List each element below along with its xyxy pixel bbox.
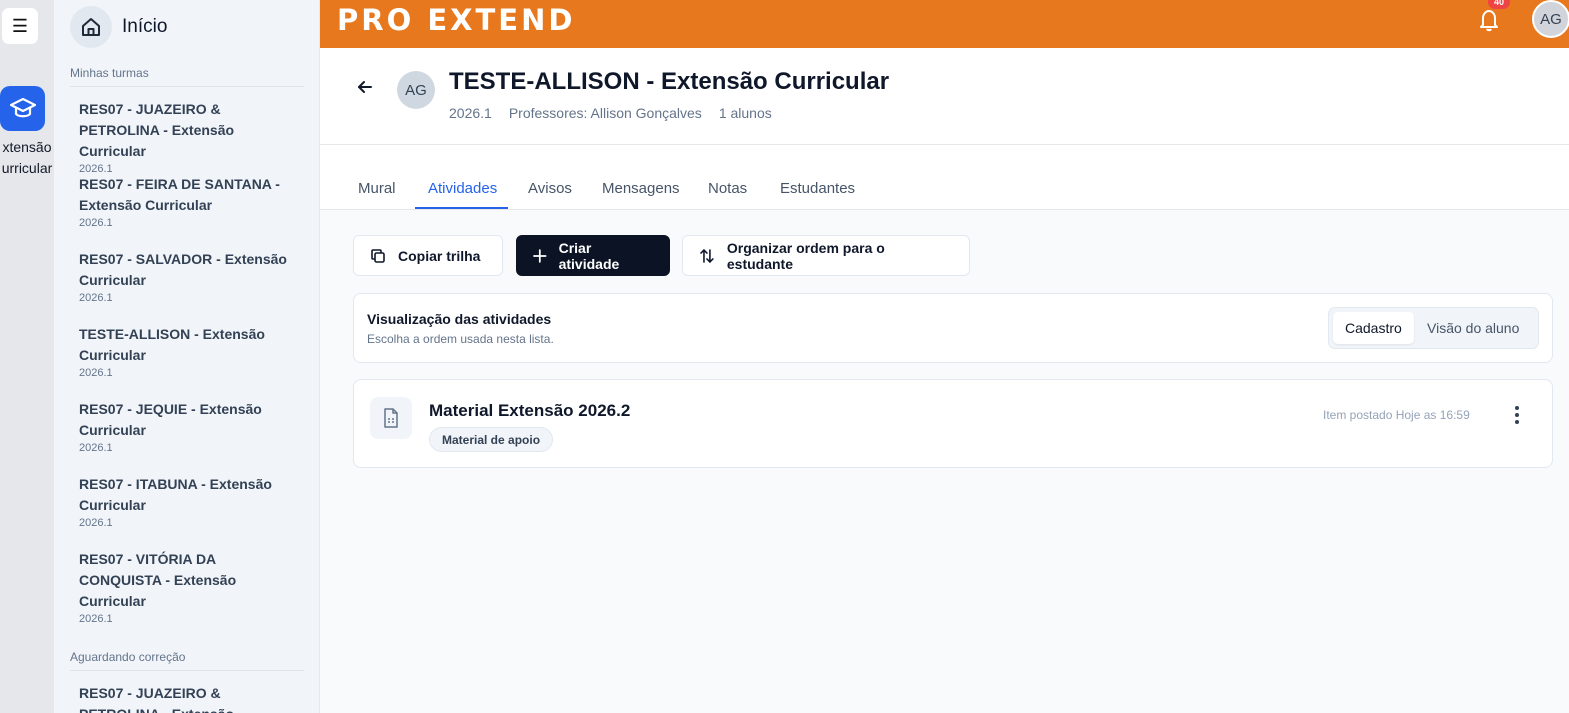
sidebar-awaiting-item[interactable]: RES07 - JUAZEIRO & PETROLINA - Extensão … <box>79 683 304 713</box>
tab-estudantes[interactable]: Estudantes <box>780 180 855 197</box>
activity-card[interactable]: Material Extensão 2026.2 Material de apo… <box>353 379 1553 468</box>
active-tab-indicator <box>415 207 508 209</box>
create-activity-label: Criar atividade <box>558 239 620 272</box>
class-term: 2026.1 <box>79 217 113 229</box>
view-mode-toggle: Cadastro Visão do aluno <box>1328 307 1539 349</box>
sort-arrows-icon <box>700 248 714 263</box>
home-label: Início <box>122 16 168 37</box>
organize-order-button[interactable]: Organizar ordem para o estudante <box>682 235 970 276</box>
class-term: 2026.1 <box>79 292 113 304</box>
view-mode-panel: Visualização das atividades Escolha a or… <box>353 293 1553 363</box>
class-title: RES07 - JUAZEIRO & PETROLINA - Extensão … <box>79 685 234 713</box>
view-mode-subtitle: Escolha a ordem usada nesta lista. <box>367 332 554 346</box>
class-title: RES07 - FEIRA DE SANTANA - Extensão Curr… <box>79 176 280 213</box>
sidebar-class-item[interactable]: RES07 - FEIRA DE SANTANA - Extensão Curr… <box>79 174 304 229</box>
class-term: 2026.1 <box>79 367 113 379</box>
sidebar-class-item[interactable]: RES07 - SALVADOR - Extensão Curricular 2… <box>79 249 304 304</box>
view-mode-title: Visualização das atividades <box>367 311 552 327</box>
home-link[interactable]: Início <box>70 6 167 48</box>
copy-icon <box>371 248 385 263</box>
sidebar-class-item[interactable]: TESTE-ALLISON - Extensão Curricular 2026… <box>79 324 304 379</box>
class-title: TESTE-ALLISON - Extensão Curricular <box>79 326 265 363</box>
class-title: RES07 - ITABUNA - Extensão Curricular <box>79 476 272 513</box>
view-option-cadastro[interactable]: Cadastro <box>1333 312 1414 344</box>
activity-posted-time: Item postado Hoje as 16:59 <box>1323 408 1470 422</box>
tab-mural[interactable]: Mural <box>358 180 396 197</box>
user-avatar[interactable]: AG <box>1532 0 1569 38</box>
view-option-student[interactable]: Visão do aluno <box>1427 312 1519 344</box>
class-title: RES07 - JUAZEIRO & PETROLINA - Extensão … <box>79 101 235 159</box>
app-rail: ☰ xtensão urricular <box>0 0 54 713</box>
back-arrow-icon[interactable] <box>356 78 374 96</box>
course-title: TESTE-ALLISON - Extensão Curricular <box>449 68 890 95</box>
class-title: RES07 - JEQUIE - Extensão Curricular <box>79 401 262 438</box>
bell-icon[interactable] <box>1478 8 1500 32</box>
create-activity-button[interactable]: Criar atividade <box>516 235 670 276</box>
graduation-cap-icon <box>9 97 36 117</box>
activity-title: Material Extensão 2026.2 <box>429 401 631 420</box>
tab-notas[interactable]: Notas <box>708 180 747 197</box>
class-title: RES07 - SALVADOR - Extensão Curricular <box>79 251 287 288</box>
my-classes-heading: Minhas turmas <box>70 66 304 87</box>
activity-tag: Material de apoio <box>429 427 554 452</box>
course-meta: 2026.1 Professores: Allison Gonçalves 1 … <box>449 105 772 121</box>
rail-app-extensao[interactable] <box>0 86 45 131</box>
sidebar-class-item[interactable]: RES07 - ITABUNA - Extensão Curricular 20… <box>79 474 304 529</box>
tab-atividades[interactable]: Atividades <box>428 180 497 197</box>
copy-trail-label: Copiar trilha <box>398 247 481 264</box>
class-term: 2026.1 <box>79 517 113 529</box>
class-term: 2026.1 <box>79 613 113 625</box>
course-tabs: Mural Atividades Avisos Mensagens Notas … <box>320 145 1569 210</box>
course-teachers: Professores: Allison Gonçalves <box>508 105 702 121</box>
organize-order-label: Organizar ordem para o estudante <box>726 239 885 272</box>
top-bar: PRO EXTEND 40 AG <box>320 0 1569 48</box>
tab-mensagens[interactable]: Mensagens <box>602 180 680 197</box>
logo: PRO EXTEND <box>337 3 576 37</box>
awaiting-heading: Aguardando correção <box>70 650 304 671</box>
menu-button[interactable]: ☰ <box>2 8 38 44</box>
document-icon <box>370 397 412 439</box>
sidebar-class-item[interactable]: RES07 - JEQUIE - Extensão Curricular 202… <box>79 399 304 454</box>
class-term: 2026.1 <box>79 442 113 454</box>
home-icon <box>70 6 112 48</box>
class-sidebar: Início Minhas turmas RES07 - JUAZEIRO & … <box>54 0 320 713</box>
rail-app-label: xtensão urricular <box>1 139 53 176</box>
menu-icon: ☰ <box>11 15 29 36</box>
notification-badge: 40 <box>1488 0 1510 9</box>
course-avatar: AG <box>397 71 435 109</box>
copy-trail-button[interactable]: Copiar trilha <box>353 235 503 276</box>
sidebar-class-item[interactable]: RES07 - JUAZEIRO & PETROLINA - Extensão … <box>79 99 304 175</box>
plus-icon <box>533 248 547 263</box>
course-students: 1 alunos <box>718 105 772 121</box>
more-options-icon[interactable] <box>1507 404 1527 426</box>
course-header: AG TESTE-ALLISON - Extensão Curricular 2… <box>320 48 1569 145</box>
sidebar-class-item[interactable]: RES07 - VITÓRIA DA CONQUISTA - Extensão … <box>79 549 254 625</box>
tab-avisos[interactable]: Avisos <box>528 180 572 197</box>
class-title: RES07 - VITÓRIA DA CONQUISTA - Extensão … <box>79 551 237 609</box>
course-term: 2026.1 <box>449 105 492 121</box>
